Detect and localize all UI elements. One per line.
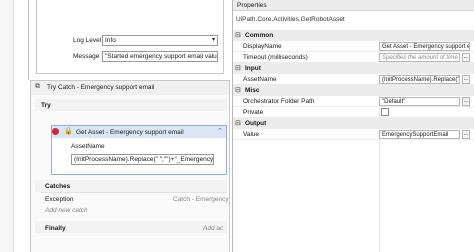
timeout-field[interactable]: Specifies the amount of time (: [379, 53, 460, 62]
value-field[interactable]: EmergencySupportEmail: [379, 130, 460, 139]
assetname-field[interactable]: (InitProcessName).Replace(" ": [379, 75, 460, 84]
property-row-assetname[interactable]: AssetName (InitProcessName).Replace(" " …: [233, 74, 474, 85]
asset-name-field[interactable]: (InitProcessName).Replace(" ","")+"_Emer…: [71, 154, 214, 165]
error-icon[interactable]: [52, 128, 59, 135]
category-common[interactable]: ⊟ Common: [233, 30, 474, 41]
log-level-value: Info: [105, 37, 116, 44]
value-ellipsis-button[interactable]: ...: [462, 130, 470, 139]
try-label: Try: [41, 102, 51, 109]
properties-panel: Properties UiPath.Core.Activities.GetRob…: [232, 0, 474, 252]
finally-drop-zone[interactable]: Add ac: [203, 225, 227, 232]
catches-label: Catches: [45, 183, 71, 190]
designer-canvas[interactable]: Log Level Info ▾ Message "Started emerge…: [0, 0, 232, 252]
collapse-icon[interactable]: ⌃: [217, 127, 223, 135]
canvas-gutter: [0, 0, 14, 252]
get-asset-activity[interactable]: 🔒 Get Asset - Emergency support email ⌃ …: [51, 125, 227, 175]
displayname-label: DisplayName: [243, 43, 282, 50]
log-level-dropdown[interactable]: Info ▾: [102, 35, 218, 46]
message-label: Message: [73, 53, 100, 60]
category-common-label: Common: [245, 32, 274, 39]
message-field[interactable]: "Started emergency support email value t…: [102, 51, 218, 62]
category-misc[interactable]: ⊟ Misc: [233, 85, 474, 96]
private-checkbox[interactable]: [381, 108, 389, 116]
category-input[interactable]: ⊟ Input: [233, 63, 474, 74]
get-asset-title: Get Asset - Emergency support email: [76, 129, 184, 136]
try-catch-title: Try Catch - Emergency support email: [47, 84, 155, 91]
activity-type: UiPath.Core.Activities.GetRobotAsset: [233, 11, 474, 30]
value-label: Value: [243, 131, 260, 138]
category-output-label: Output: [245, 120, 267, 127]
connector-line: [28, 0, 29, 80]
collapse-toggle-icon[interactable]: ⊟: [235, 86, 241, 94]
property-row-private[interactable]: Private: [233, 107, 474, 118]
property-row-displayname[interactable]: DisplayName Get Asset - Emergency suppor…: [233, 41, 474, 52]
collapse-toggle-icon[interactable]: ⊟: [235, 64, 241, 72]
chevron-down-icon: ▾: [211, 37, 215, 43]
timeout-ellipsis-button[interactable]: ...: [462, 53, 470, 62]
category-input-label: Input: [245, 65, 261, 72]
folder-path-label: Orchestrator Folder Path: [243, 98, 315, 105]
folder-path-ellipsis-button[interactable]: ...: [462, 97, 470, 106]
category-output[interactable]: ⊟ Output: [233, 118, 474, 129]
try-catch-activity[interactable]: ⧉ Try Catch - Emergency support email Tr…: [30, 80, 230, 252]
property-row-value[interactable]: Value EmergencySupportEmail ...: [233, 129, 474, 140]
try-section-header: [35, 99, 227, 111]
collapse-toggle-icon[interactable]: ⊟: [235, 31, 241, 39]
log-level-label: Log Level: [73, 37, 102, 44]
property-row-timeout[interactable]: Timeout (milliseconds) Specifies the amo…: [233, 52, 474, 63]
category-misc-label: Misc: [245, 87, 260, 94]
assetname-label: AssetName: [243, 76, 277, 83]
displayname-field[interactable]: Get Asset - Emergency support en: [379, 42, 470, 51]
lock-icon: 🔒: [64, 128, 73, 135]
add-new-catch-link[interactable]: Add new catch: [45, 207, 88, 214]
folder-path-field[interactable]: "Default": [379, 97, 460, 106]
assetname-ellipsis-button[interactable]: ...: [462, 75, 470, 84]
finally-label: Finally: [45, 225, 66, 232]
catch-item[interactable]: Catch - Emergency sup: [173, 196, 229, 203]
property-row-folder-path[interactable]: Orchestrator Folder Path "Default" ...: [233, 96, 474, 107]
timeout-label: Timeout (milliseconds): [243, 54, 308, 61]
try-catch-icon: ⧉: [35, 83, 40, 90]
exception-label: Exception: [45, 196, 74, 203]
properties-title: Properties: [233, 0, 474, 11]
asset-name-label: AssetName: [71, 143, 105, 150]
private-label: Private: [243, 109, 264, 116]
log-message-activity[interactable]: Log Level Info ▾ Message "Started emerge…: [36, 0, 224, 74]
collapse-toggle-icon[interactable]: ⊟: [235, 119, 241, 127]
